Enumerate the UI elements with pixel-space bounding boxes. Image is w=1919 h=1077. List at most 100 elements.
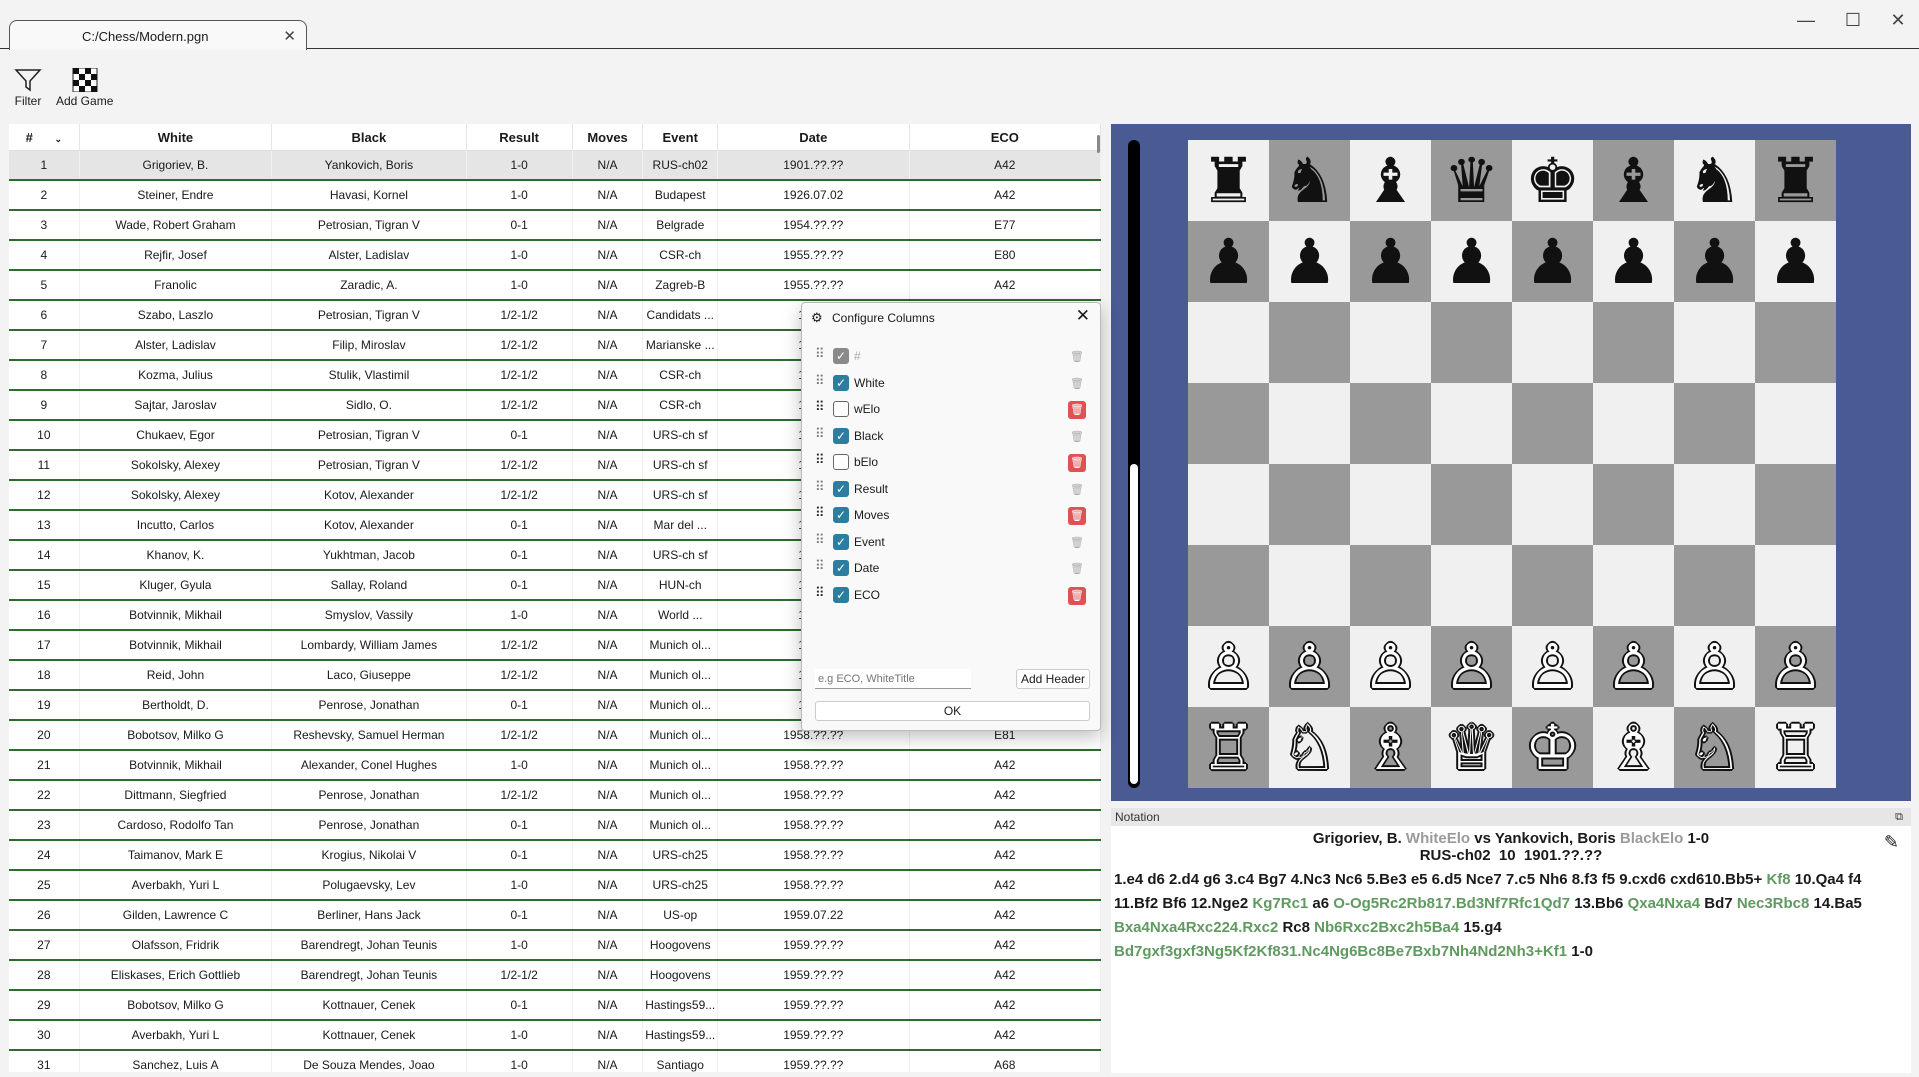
board-square[interactable]: ♟ bbox=[1593, 221, 1674, 302]
drag-handle-icon[interactable]: ⠿ bbox=[815, 505, 824, 521]
board-square[interactable]: ♟ bbox=[1188, 221, 1269, 302]
white-piece-icon[interactable]: ♘ bbox=[1282, 716, 1338, 779]
board-square[interactable]: ♙ bbox=[1512, 626, 1593, 707]
black-piece-icon[interactable]: ♟ bbox=[1444, 230, 1500, 293]
board-square[interactable]: ♟ bbox=[1350, 221, 1431, 302]
board-square[interactable]: ♛ bbox=[1431, 140, 1512, 221]
drag-handle-icon[interactable]: ⠿ bbox=[815, 346, 824, 362]
board-square[interactable]: ♘ bbox=[1674, 707, 1755, 788]
board-square[interactable]: ♕ bbox=[1431, 707, 1512, 788]
board-square[interactable] bbox=[1269, 464, 1350, 545]
board-square[interactable]: ♟ bbox=[1674, 221, 1755, 302]
black-piece-icon[interactable]: ♜ bbox=[1201, 149, 1257, 212]
variation-moves[interactable]: Kg7Rc1 bbox=[1252, 895, 1308, 912]
table-row[interactable]: 5 Franolic Zaradic, A. 1-0 N/A Zagreb-B 1955.?… bbox=[9, 271, 1101, 301]
table-row[interactable]: 30 Averbakh, Yuri L Kottnauer, Cenek 1-0 N/A… bbox=[9, 1021, 1101, 1051]
chessboard[interactable]: ♜ ♞ ♝ ♛ ♚ ♝ ♞ ♜ ♟ ♟ ♟ ♟ ♟ ♟ ♟ ♟ ♙ ♙ ♙ ♙ ♙ ♙ ♙ ♙ ♖ ♘ ♗ ♕ ♔ ♗ ♘ ♖ bbox=[1188, 140, 1836, 788]
edit-icon[interactable]: ✎ bbox=[1884, 832, 1899, 853]
column-checkbox[interactable]: ✓ bbox=[833, 480, 849, 497]
table-row[interactable]: 21 Botvinnik, Mikhail Alexander, Conel Hug… bbox=[9, 751, 1101, 781]
board-square[interactable] bbox=[1593, 464, 1674, 545]
column-checkbox[interactable] bbox=[833, 454, 849, 470]
board-square[interactable]: ♞ bbox=[1674, 140, 1755, 221]
board-square[interactable] bbox=[1350, 464, 1431, 545]
table-row[interactable]: 26 Gilden, Lawrence C Berliner, Hans Jack 0… bbox=[9, 901, 1101, 931]
board-square[interactable]: ♙ bbox=[1674, 626, 1755, 707]
table-row[interactable]: 23 Cardoso, Rodolfo Tan Penrose, Jonathan 0… bbox=[9, 811, 1101, 841]
white-piece-icon[interactable]: ♙ bbox=[1201, 635, 1257, 698]
board-square[interactable] bbox=[1755, 383, 1836, 464]
board-square[interactable] bbox=[1350, 545, 1431, 626]
black-piece-icon[interactable]: ♟ bbox=[1768, 230, 1824, 293]
white-piece-icon[interactable]: ♔ bbox=[1525, 716, 1581, 779]
main-line-moves[interactable]: Bd7 bbox=[1700, 895, 1737, 912]
main-line-moves[interactable]: Rc8 bbox=[1278, 919, 1314, 936]
white-piece-icon[interactable]: ♖ bbox=[1768, 716, 1824, 779]
black-piece-icon[interactable]: ♚ bbox=[1525, 149, 1581, 212]
black-piece-icon[interactable]: ♟ bbox=[1525, 230, 1581, 293]
board-square[interactable] bbox=[1431, 383, 1512, 464]
header-black[interactable]: Black bbox=[272, 124, 467, 150]
main-line-moves[interactable]: 13.Bb6 bbox=[1570, 895, 1628, 912]
column-checkbox[interactable]: ✓ bbox=[833, 560, 849, 576]
board-square[interactable] bbox=[1674, 545, 1755, 626]
table-row[interactable]: 28 Eliskases, Erich Gottlieb Barendregt, J… bbox=[9, 961, 1101, 991]
board-square[interactable] bbox=[1269, 383, 1350, 464]
column-checkbox[interactable]: ✓ bbox=[833, 507, 849, 523]
board-square[interactable] bbox=[1674, 464, 1755, 545]
delete-icon[interactable]: 🗑 bbox=[1068, 534, 1086, 552]
table-row[interactable]: 24 Taimanov, Mark E Krogius, Nikolai V 0-1 N… bbox=[9, 841, 1101, 871]
board-square[interactable] bbox=[1188, 302, 1269, 383]
board-square[interactable] bbox=[1593, 545, 1674, 626]
move-list[interactable]: 1.e4 d6 2.d4 g6 3.c4 Bg7 4.Nc3 Nc6 5.Be3… bbox=[1111, 864, 1911, 968]
file-tab[interactable]: C:/Chess/Modern.pgn ✕ bbox=[9, 20, 307, 50]
board-square[interactable]: ♘ bbox=[1269, 707, 1350, 788]
column-checkbox[interactable]: ✓ bbox=[833, 427, 849, 444]
board-square[interactable]: ♗ bbox=[1350, 707, 1431, 788]
black-piece-icon[interactable]: ♝ bbox=[1363, 149, 1419, 212]
header-date[interactable]: Date bbox=[718, 124, 910, 150]
table-row[interactable]: 25 Averbakh, Yuri L Polugaevsky, Lev 1-0 N/A… bbox=[9, 871, 1101, 901]
board-square[interactable] bbox=[1512, 545, 1593, 626]
variation-moves[interactable]: Nec3Rbc8 bbox=[1737, 895, 1810, 912]
board-square[interactable]: ♙ bbox=[1350, 626, 1431, 707]
board-square[interactable] bbox=[1755, 464, 1836, 545]
table-row[interactable]: 2 Steiner, Endre Havasi, Kornel 1-0 N/A Budap… bbox=[9, 181, 1101, 211]
header-moves[interactable]: Moves bbox=[573, 124, 644, 150]
restore-icon[interactable]: ⧉ bbox=[1895, 808, 1903, 826]
white-piece-icon[interactable]: ♗ bbox=[1606, 716, 1662, 779]
drag-handle-icon[interactable]: ⠿ bbox=[815, 558, 824, 574]
board-square[interactable]: ♖ bbox=[1188, 707, 1269, 788]
sort-chevron-icon[interactable]: ⌄ bbox=[55, 134, 63, 144]
table-row[interactable]: 31 Sanchez, Luis A De Souza Mendes, Joao 1-… bbox=[9, 1051, 1101, 1072]
white-piece-icon[interactable]: ♙ bbox=[1282, 635, 1338, 698]
variation-moves[interactable]: Kf8 bbox=[1766, 871, 1790, 888]
column-checkbox[interactable]: ✓ bbox=[833, 374, 849, 391]
table-row[interactable]: 22 Dittmann, Siegfried Penrose, Jonathan 1/… bbox=[9, 781, 1101, 811]
board-square[interactable] bbox=[1431, 545, 1512, 626]
ok-button[interactable]: OK bbox=[815, 701, 1090, 721]
black-piece-icon[interactable]: ♝ bbox=[1606, 149, 1662, 212]
board-square[interactable]: ♙ bbox=[1188, 626, 1269, 707]
board-square[interactable]: ♟ bbox=[1755, 221, 1836, 302]
column-checkbox[interactable]: ✓ bbox=[833, 533, 849, 550]
black-piece-icon[interactable]: ♜ bbox=[1768, 149, 1824, 212]
table-row[interactable]: 29 Bobotsov, Milko G Kottnauer, Cenek 0-1 N/… bbox=[9, 991, 1101, 1021]
variation-moves[interactable]: Qxa4Nxa4 bbox=[1628, 895, 1701, 912]
white-piece-icon[interactable]: ♙ bbox=[1606, 635, 1662, 698]
column-checkbox[interactable]: ✓ bbox=[833, 586, 849, 603]
board-square[interactable] bbox=[1188, 545, 1269, 626]
board-square[interactable]: ♙ bbox=[1755, 626, 1836, 707]
board-square[interactable] bbox=[1593, 383, 1674, 464]
white-piece-icon[interactable]: ♘ bbox=[1687, 716, 1743, 779]
drag-handle-icon[interactable]: ⠿ bbox=[815, 532, 824, 548]
add-game-button[interactable]: Add Game bbox=[56, 68, 113, 108]
header-eco[interactable]: ECO bbox=[910, 124, 1101, 150]
board-square[interactable] bbox=[1512, 302, 1593, 383]
main-line-moves[interactable]: 1-0 bbox=[1567, 943, 1593, 960]
board-square[interactable]: ♗ bbox=[1593, 707, 1674, 788]
drag-handle-icon[interactable]: ⠿ bbox=[815, 452, 824, 468]
board-square[interactable]: ♙ bbox=[1269, 626, 1350, 707]
main-line-moves[interactable]: 14.Ba5 bbox=[1809, 895, 1866, 912]
board-square[interactable] bbox=[1188, 464, 1269, 545]
